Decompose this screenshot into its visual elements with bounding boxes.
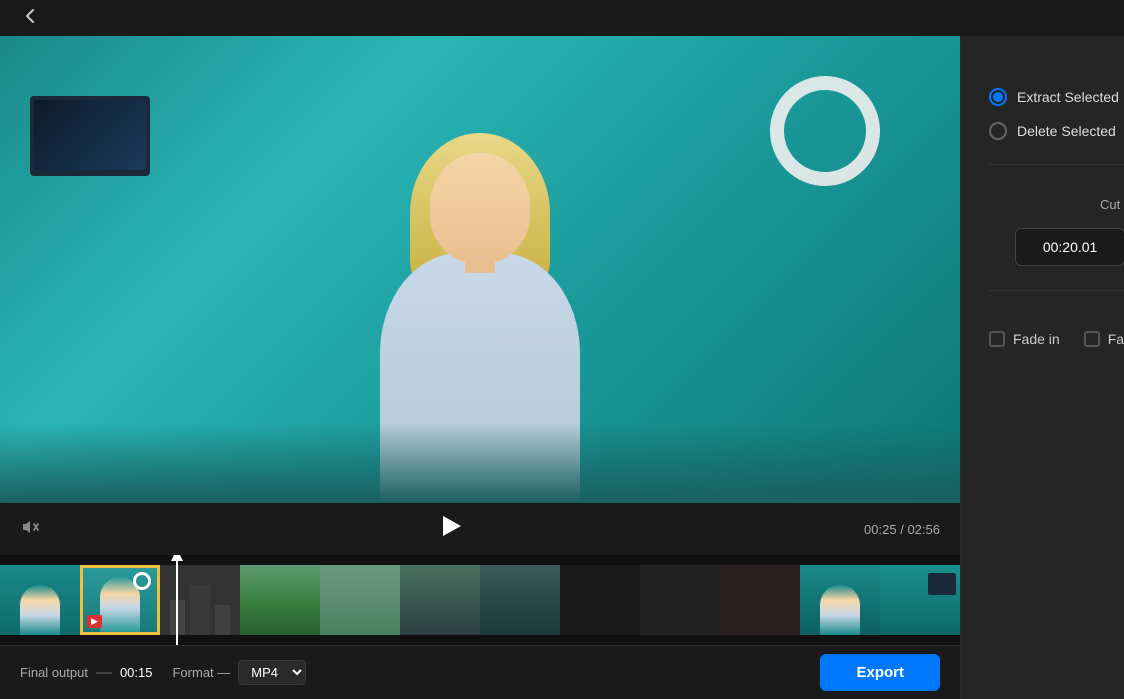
delete-label: Delete Selected — [1017, 123, 1116, 139]
fade-in-label: Fade in — [1013, 331, 1060, 347]
cut-section: Cut from, sec: to — [989, 189, 1124, 266]
play-button[interactable] — [443, 516, 461, 542]
fade-in-checkbox[interactable] — [989, 331, 1005, 347]
extract-label: Extract Selected — [1017, 89, 1119, 105]
final-output-label: Final output — [20, 665, 88, 680]
fade-out-label: Fade out — [1108, 331, 1124, 347]
top-bar — [0, 0, 1124, 36]
left-panel: 00:25 / 02:56 ▶ — [0, 36, 960, 699]
play-icon — [443, 516, 461, 536]
bottom-bar: Final output — 00:15 Format — MP4 MOV AV… — [0, 645, 960, 699]
format-label: Format — — [172, 665, 230, 680]
timeline-thumb-1[interactable] — [0, 565, 80, 635]
extract-selected-option[interactable]: Extract Selected — [989, 88, 1124, 106]
right-panel: Extract Selected Delete Selected Cut fro… — [960, 36, 1124, 699]
timeline-thumb-3[interactable] — [160, 565, 240, 635]
thumb-badge: ▶ — [87, 615, 102, 628]
fade-out-checkbox[interactable] — [1084, 331, 1100, 347]
timeline-thumb-5[interactable] — [320, 565, 400, 635]
timeline-thumb-8[interactable] — [560, 565, 640, 635]
timeline-thumb-9[interactable] — [640, 565, 720, 635]
cut-inputs: to — [989, 228, 1124, 266]
timeline-thumb-10[interactable] — [720, 565, 800, 635]
delete-selected-option[interactable]: Delete Selected — [989, 122, 1124, 140]
app-container: 00:25 / 02:56 ▶ — [0, 0, 1124, 699]
delete-radio[interactable] — [989, 122, 1007, 140]
monitor-screen — [34, 100, 146, 170]
extract-radio[interactable] — [989, 88, 1007, 106]
total-time: 02:56 — [907, 522, 940, 537]
timeline-thumb-6[interactable] — [400, 565, 480, 635]
timeline-thumb-4[interactable] — [240, 565, 320, 635]
timeline-strip: ▶ — [0, 565, 960, 635]
timeline-thumb-7[interactable] — [480, 565, 560, 635]
desk-background — [0, 423, 960, 503]
divider-1 — [989, 164, 1124, 165]
video-background — [0, 36, 960, 503]
timeline-thumb-2[interactable]: ▶ — [80, 565, 160, 635]
output-duration: 00:15 — [120, 665, 153, 680]
mute-button[interactable] — [20, 517, 40, 542]
video-preview — [0, 36, 960, 503]
timeline-thumb-11[interactable] — [800, 565, 880, 635]
cut-from-label: Cut from, sec: — [989, 197, 1124, 212]
timeline-thumb-12[interactable] — [880, 565, 960, 635]
export-button[interactable]: Export — [820, 654, 940, 691]
playback-bar: 00:25 / 02:56 — [0, 503, 960, 555]
ring-light — [770, 76, 880, 186]
current-time: 00:25 — [864, 522, 897, 537]
time-display: 00:25 / 02:56 — [864, 522, 940, 537]
divider-2 — [989, 290, 1124, 291]
fade-out-option[interactable]: Fade out — [1084, 331, 1124, 347]
fade-section: Fade in Fade out — [989, 315, 1124, 347]
timeline: ▶ — [0, 555, 960, 645]
radio-group: Extract Selected Delete Selected — [989, 60, 1124, 140]
back-button[interactable] — [12, 2, 48, 35]
format-select[interactable]: MP4 MOV AVI — [238, 660, 306, 685]
fade-in-option[interactable]: Fade in — [989, 331, 1060, 347]
output-dash: — — [96, 664, 112, 682]
start-time-input[interactable] — [1015, 228, 1124, 266]
playhead[interactable] — [176, 555, 178, 645]
main-content: 00:25 / 02:56 ▶ — [0, 36, 1124, 699]
